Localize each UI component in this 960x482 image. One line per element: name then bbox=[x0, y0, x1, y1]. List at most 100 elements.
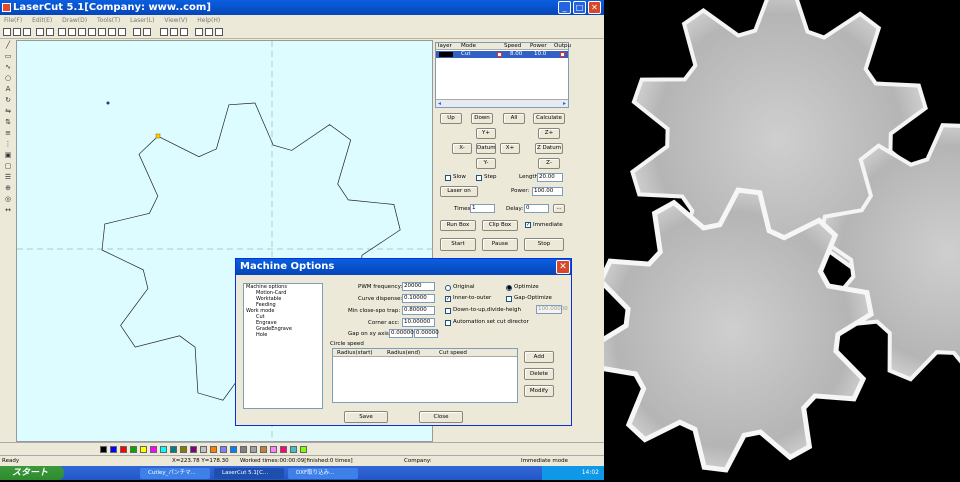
color-swatch[interactable] bbox=[300, 446, 307, 453]
dialog-close-button[interactable]: ✕ bbox=[556, 260, 570, 274]
color-swatch[interactable] bbox=[240, 446, 247, 453]
modify-button[interactable]: Modify bbox=[524, 385, 554, 397]
start-button[interactable]: Start bbox=[440, 238, 476, 251]
weld-icon[interactable]: ⊕ bbox=[0, 183, 16, 194]
node-edit-icon[interactable] bbox=[170, 28, 178, 36]
start-button-taskbar[interactable]: スタート bbox=[0, 466, 64, 480]
gap-optimize-checkbox[interactable] bbox=[506, 296, 512, 302]
up-button[interactable]: Up bbox=[440, 113, 462, 124]
automation-checkbox[interactable] bbox=[445, 320, 451, 326]
clip-box-button[interactable]: Clip Box bbox=[482, 220, 518, 231]
x-plus-button[interactable]: X+ bbox=[500, 143, 520, 154]
scroll-left-icon[interactable]: ◂ bbox=[438, 100, 441, 107]
layer-table[interactable]: layer Mode Speed Power Outpu Cut 8.00 10… bbox=[435, 42, 571, 108]
close-button[interactable]: ✕ bbox=[588, 1, 601, 14]
save-icon[interactable] bbox=[23, 28, 31, 36]
menu-help[interactable]: Help(H) bbox=[197, 17, 220, 24]
curve-input[interactable]: 0.10000 bbox=[402, 294, 435, 303]
import-icon[interactable] bbox=[36, 28, 44, 36]
tree-hole[interactable]: Hole bbox=[244, 332, 322, 338]
color-swatch[interactable] bbox=[290, 446, 297, 453]
minimize-button[interactable]: _ bbox=[558, 1, 571, 14]
z-datum-button[interactable]: Z Datum bbox=[535, 143, 563, 154]
color-swatch[interactable] bbox=[110, 446, 117, 453]
line-tool-icon[interactable]: ╱ bbox=[0, 40, 16, 51]
power-input[interactable]: 100.00 bbox=[532, 187, 563, 196]
properties-icon[interactable] bbox=[205, 28, 213, 36]
color-swatch[interactable] bbox=[140, 446, 147, 453]
new-icon[interactable] bbox=[3, 28, 11, 36]
z-plus-button[interactable]: Z+ bbox=[538, 128, 560, 139]
z-minus-button[interactable]: Z- bbox=[538, 158, 560, 169]
maximize-button[interactable]: □ bbox=[573, 1, 586, 14]
delay-browse-button[interactable]: ... bbox=[553, 204, 565, 213]
dropdown-icon[interactable] bbox=[497, 52, 502, 57]
color-swatch[interactable] bbox=[190, 446, 197, 453]
step-checkbox[interactable] bbox=[476, 175, 482, 181]
gap-y-input[interactable]: 0.00000 bbox=[414, 329, 439, 338]
ellipse-tool-icon[interactable]: ○ bbox=[0, 73, 16, 84]
circle-speed-table[interactable]: Radius(start) Radius(end) Cut speed bbox=[332, 348, 518, 403]
x-minus-button[interactable]: X- bbox=[452, 143, 472, 154]
stop-button[interactable]: Stop bbox=[524, 238, 564, 251]
grid-icon[interactable] bbox=[108, 28, 116, 36]
menu-laser[interactable]: Laser(L) bbox=[130, 17, 154, 24]
inner-outer-checkbox[interactable]: ✓ bbox=[445, 296, 451, 302]
distribute-icon[interactable]: ⋮ bbox=[0, 139, 16, 150]
rectangle-tool-icon[interactable]: ▭ bbox=[0, 51, 16, 62]
run-box-button[interactable]: Run Box bbox=[440, 220, 476, 231]
pwm-input[interactable]: 20000 bbox=[402, 282, 435, 291]
open-icon[interactable] bbox=[13, 28, 21, 36]
datum-button[interactable]: Datum bbox=[476, 143, 496, 154]
color-swatch[interactable] bbox=[220, 446, 227, 453]
layer-row[interactable]: Cut 8.00 10.0 bbox=[436, 51, 568, 58]
menu-draw[interactable]: Draw(D) bbox=[62, 17, 87, 24]
scroll-right-icon[interactable]: ▸ bbox=[563, 100, 566, 107]
optimize-radio[interactable]: ● bbox=[506, 285, 512, 291]
pan-icon[interactable] bbox=[98, 28, 106, 36]
curve-tool-icon[interactable]: ∿ bbox=[0, 62, 16, 73]
zoom-out-icon[interactable] bbox=[78, 28, 86, 36]
min-close-input[interactable]: 0.80000 bbox=[402, 306, 435, 315]
menu-tools[interactable]: Tools(T) bbox=[97, 17, 120, 24]
color-swatch[interactable] bbox=[250, 446, 257, 453]
down-up-checkbox[interactable] bbox=[445, 308, 451, 314]
settings-icon[interactable] bbox=[215, 28, 223, 36]
pause-button[interactable]: Pause bbox=[482, 238, 518, 251]
color-swatch[interactable] bbox=[160, 446, 167, 453]
output-checkbox[interactable] bbox=[560, 52, 565, 57]
layer-scrollbar[interactable]: ◂ ▸ bbox=[436, 99, 568, 107]
zoom-fit-icon[interactable] bbox=[88, 28, 96, 36]
color-swatch[interactable] bbox=[200, 446, 207, 453]
color-swatch[interactable] bbox=[120, 446, 127, 453]
taskbar-item-cutley[interactable]: Cutley_パンチマ... bbox=[140, 468, 210, 479]
mirror-v-icon[interactable]: ⇅ bbox=[0, 117, 16, 128]
times-input[interactable]: 1 bbox=[470, 204, 495, 213]
mirror-h-icon[interactable]: ⇋ bbox=[0, 106, 16, 117]
all-button[interactable]: All bbox=[503, 113, 525, 124]
color-swatch[interactable] bbox=[260, 446, 267, 453]
color-swatch[interactable] bbox=[280, 446, 287, 453]
align-icon[interactable]: ≡ bbox=[0, 128, 16, 139]
text-tool-icon[interactable]: A bbox=[0, 84, 16, 95]
immediate-checkbox[interactable]: ✓ bbox=[525, 222, 531, 228]
color-swatch[interactable] bbox=[150, 446, 157, 453]
y-minus-button[interactable]: Y- bbox=[476, 158, 496, 169]
offset-icon[interactable]: ◎ bbox=[0, 194, 16, 205]
array-icon[interactable] bbox=[180, 28, 188, 36]
dialog-close-text-button[interactable]: Close bbox=[419, 411, 463, 423]
slow-checkbox[interactable] bbox=[445, 175, 451, 181]
add-button[interactable]: Add bbox=[524, 351, 554, 363]
menu-edit[interactable]: Edit(E) bbox=[32, 17, 52, 24]
group-icon[interactable]: ▣ bbox=[0, 150, 16, 161]
menu-view[interactable]: View(V) bbox=[164, 17, 187, 24]
corner-acc-input[interactable]: 10.00000 bbox=[402, 318, 435, 327]
laser-on-button[interactable]: Laser on bbox=[440, 186, 478, 197]
layer-icon[interactable]: ☰ bbox=[0, 172, 16, 183]
color-swatch[interactable] bbox=[130, 446, 137, 453]
export-icon[interactable] bbox=[46, 28, 54, 36]
down-button[interactable]: Down bbox=[471, 113, 493, 124]
color-swatch[interactable] bbox=[230, 446, 237, 453]
delete-button[interactable]: Delete bbox=[524, 368, 554, 380]
ungroup-icon[interactable]: ▢ bbox=[0, 161, 16, 172]
